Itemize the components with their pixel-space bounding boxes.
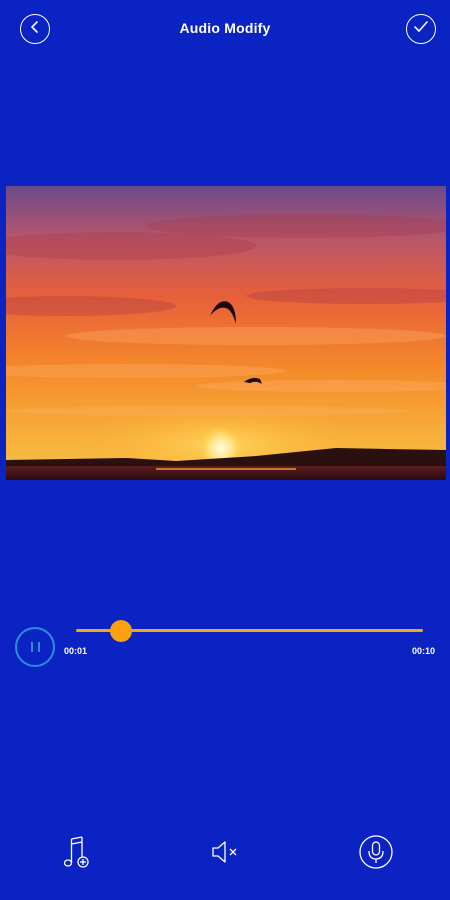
done-button[interactable] [406, 14, 436, 44]
check-icon [413, 20, 429, 39]
video-preview[interactable] [6, 186, 446, 480]
pause-icon-bar [37, 642, 40, 652]
pause-icon [30, 642, 33, 652]
header-bar: Audio Modify [0, 0, 450, 60]
microphone-icon [358, 834, 394, 875]
add-music-button[interactable] [57, 834, 97, 874]
audio-player: 00:01 00:10 [0, 610, 450, 670]
add-music-icon [60, 835, 94, 874]
total-time: 00:10 [411, 646, 435, 656]
record-button[interactable] [356, 834, 396, 874]
mute-button[interactable] [205, 834, 245, 874]
page-title: Audio Modify [179, 20, 271, 36]
play-pause-button[interactable] [15, 627, 55, 667]
current-time: 00:01 [64, 646, 88, 656]
progress-thumb[interactable] [110, 620, 133, 642]
sunset-image [6, 186, 446, 480]
bottom-toolbar [0, 826, 450, 882]
mute-icon [208, 835, 242, 874]
